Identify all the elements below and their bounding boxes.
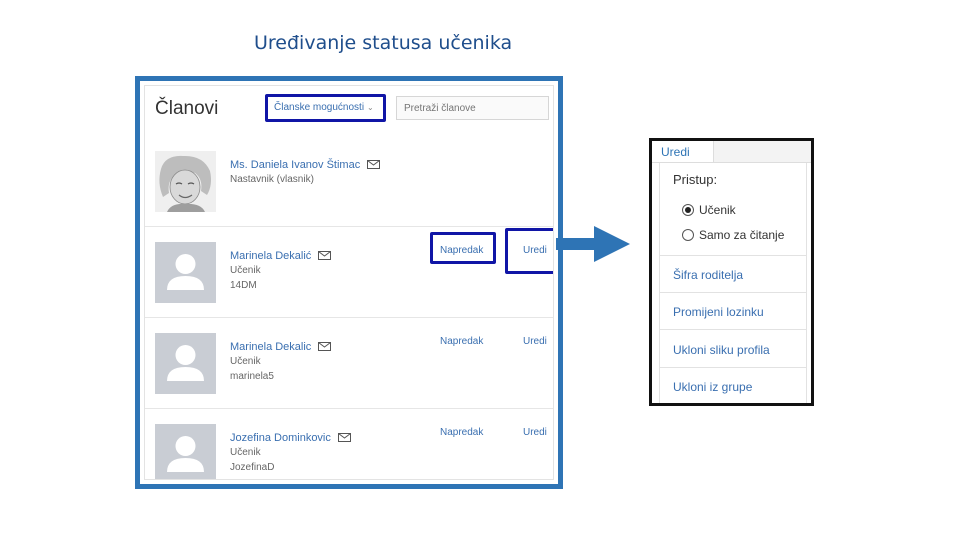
members-header: Članovi Članske mogućnosti ⌄ [145, 86, 553, 134]
radio-read-only[interactable]: Samo za čitanje [682, 228, 784, 242]
member-name-link[interactable]: Ms. Daniela Ivanov Štimac [230, 159, 381, 172]
envelope-icon[interactable] [337, 433, 351, 445]
portrait-photo-icon [155, 151, 216, 212]
tab-edit[interactable]: Uredi [652, 141, 714, 163]
member-name-link[interactable]: Marinela Dekalić [230, 250, 332, 263]
members-panel: Članovi Članske mogućnosti ⌄ Pretraži čl… [135, 76, 563, 489]
member-name: Jozefina Dominkovic [230, 432, 331, 444]
tab-bar-filler [714, 141, 811, 163]
chevron-down-icon: ⌄ [367, 103, 374, 112]
menu-parent-code[interactable]: Šifra roditelja [673, 268, 743, 282]
menu-remove-from-group[interactable]: Ukloni iz grupe [673, 380, 752, 394]
member-username: 14DM [230, 280, 257, 291]
edit-link[interactable]: Uredi [523, 245, 547, 256]
members-title: Članovi [155, 98, 219, 119]
member-username: JozefinaD [230, 462, 275, 473]
avatar [155, 333, 216, 394]
radio-student-label: Učenik [699, 203, 736, 217]
member-role: Nastavnik (vlasnik) [230, 174, 314, 185]
member-role: Učenik [230, 265, 261, 276]
radio-selected-icon[interactable] [682, 204, 694, 216]
menu-divider [660, 292, 806, 293]
member-row: Marinela Dekalic Učenik marinela5 Napred… [145, 318, 553, 409]
progress-link[interactable]: Napredak [440, 336, 483, 347]
envelope-icon[interactable] [367, 160, 381, 172]
envelope-icon[interactable] [318, 342, 332, 354]
menu-change-password[interactable]: Promijeni lozinku [673, 305, 764, 319]
member-name-link[interactable]: Marinela Dekalic [230, 341, 332, 354]
envelope-icon[interactable] [318, 251, 332, 263]
member-name-link[interactable]: Jozefina Dominkovic [230, 432, 351, 445]
member-options-label: Članske mogućnosti [274, 102, 365, 113]
radio-student[interactable]: Učenik [682, 203, 736, 217]
progress-link[interactable]: Napredak [440, 245, 483, 256]
member-username: marinela5 [230, 371, 274, 382]
member-search-input[interactable] [396, 96, 549, 120]
members-panel-inner: Članovi Članske mogućnosti ⌄ Pretraži čl… [144, 85, 554, 480]
member-options-dropdown[interactable]: Članske mogućnosti ⌄ [265, 94, 386, 122]
member-row: Ms. Daniela Ivanov Štimac Nastavnik (vla… [145, 136, 553, 227]
user-silhouette-icon [155, 424, 216, 479]
edit-menu-body: Pristup: Učenik Samo za čitanje Šifra ro… [659, 163, 807, 403]
member-row: Jozefina Dominkovic Učenik JozefinaD Nap… [145, 409, 553, 479]
avatar-photo [155, 151, 216, 212]
slide-title: Uređivanje statusa učenika [254, 32, 513, 54]
avatar [155, 242, 216, 303]
menu-divider [660, 329, 806, 330]
member-name: Marinela Dekalić [230, 250, 312, 262]
edit-link[interactable]: Uredi [523, 427, 547, 438]
arrow-right-icon [556, 226, 630, 262]
radio-read-only-label: Samo za čitanje [699, 228, 785, 242]
member-role: Učenik [230, 447, 261, 458]
access-label: Pristup: [673, 172, 718, 187]
edit-menu-panel: Uredi Pristup: Učenik Samo za čitanje Ši… [649, 138, 814, 406]
avatar [155, 424, 216, 479]
user-silhouette-icon [155, 333, 216, 394]
menu-divider [660, 255, 806, 256]
radio-unselected-icon[interactable] [682, 229, 694, 241]
members-list: Ms. Daniela Ivanov Štimac Nastavnik (vla… [145, 136, 553, 479]
progress-link[interactable]: Napredak [440, 427, 483, 438]
edit-link[interactable]: Uredi [523, 336, 547, 347]
member-role: Učenik [230, 356, 261, 367]
user-silhouette-icon [155, 242, 216, 303]
member-name: Marinela Dekalic [230, 341, 312, 353]
menu-divider [660, 367, 806, 368]
member-row: Marinela Dekalić Učenik 14DM Napredak Ur… [145, 227, 553, 318]
menu-remove-profile-photo[interactable]: Ukloni sliku profila [673, 343, 770, 357]
member-name: Ms. Daniela Ivanov Štimac [230, 159, 361, 171]
